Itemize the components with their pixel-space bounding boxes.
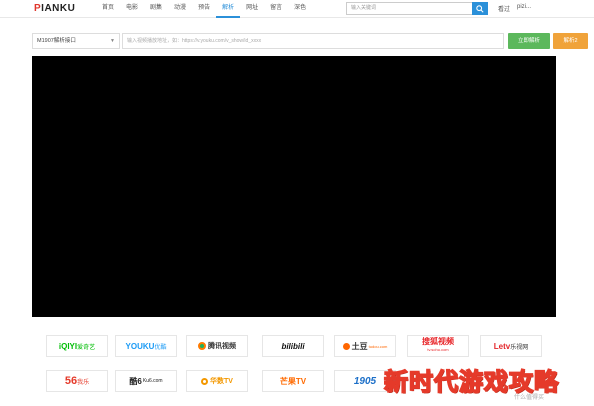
platform-logo-sub: 爱奇艺 <box>77 344 96 351</box>
watermark-small: 什么值得买 <box>514 395 545 401</box>
platform-logo-sub: tudou.com <box>368 343 388 349</box>
platform-logo-sub: Ku6.com <box>142 378 163 384</box>
platform-bilibili[interactable]: bilibili <box>262 335 324 357</box>
tudou-icon <box>342 342 350 350</box>
user-menu[interactable]: pizi... <box>517 4 531 10</box>
interface-select-value: M1907解析接口 <box>37 38 76 44</box>
nav-item-parse[interactable]: 解析 <box>216 0 241 18</box>
site-logo[interactable]: PIANKU <box>34 3 75 14</box>
platform-logo-sub: 我乐 <box>77 379 90 386</box>
nav-item-movies[interactable]: 电影 <box>120 0 144 18</box>
tencent-icon <box>198 342 206 350</box>
main-nav: 首页 电影 剧集 动漫 预告 解析 网址 留言 深色 <box>96 0 312 18</box>
platform-letv[interactable]: Letv 乐视网 <box>480 335 542 357</box>
search-button[interactable] <box>472 2 488 15</box>
platform-logo-text: 腾讯视频 <box>208 343 236 350</box>
platform-logo-sub: tv.sohu.com <box>427 347 449 352</box>
nav-item-series[interactable]: 剧集 <box>144 0 168 18</box>
platform-youku[interactable]: YOUKU 优酷 <box>115 335 177 357</box>
top-navbar: PIANKU 首页 电影 剧集 动漫 预告 解析 网址 留言 深色 输入关键词 … <box>0 0 594 18</box>
parse-alt-button[interactable]: 解析2 <box>553 33 588 49</box>
search-input[interactable]: 输入关键词 <box>346 2 472 15</box>
platform-tencent[interactable]: 腾讯视频 <box>186 335 248 357</box>
platform-logo-sub: 乐视网 <box>510 344 529 351</box>
platform-sohu[interactable]: 搜狐视频 tv.sohu.com <box>407 335 469 357</box>
platform-logo-text: 56 <box>64 375 78 387</box>
video-url-input[interactable]: 输入视频播放地址，如：https://v.youku.com/v_show/id… <box>122 33 504 49</box>
nav-item-dark-mode[interactable]: 深色 <box>288 0 312 18</box>
platform-tudou[interactable]: 土豆 tudou.com <box>334 335 396 357</box>
platform-logo-text: 华数TV <box>210 378 233 385</box>
platform-logo-text: 酷6 <box>129 376 142 386</box>
platform-mgtv[interactable]: 芒果TV <box>262 370 324 392</box>
wasu-icon <box>201 377 209 385</box>
nav-item-trailers[interactable]: 预告 <box>192 0 216 18</box>
nav-item-home[interactable]: 首页 <box>96 0 120 18</box>
platform-logo-text: 1905 <box>353 375 377 387</box>
parse-now-button[interactable]: 立即解析 <box>508 33 550 49</box>
platform-logo-text: 芒果TV <box>279 376 307 386</box>
nav-item-anime[interactable]: 动漫 <box>168 0 192 18</box>
chevron-down-icon: ▼ <box>110 38 115 44</box>
platform-logo-text: YOUKU <box>125 341 155 351</box>
platform-wasu[interactable]: 华数TV <box>186 370 248 392</box>
platform-logo-sub: 优酷 <box>154 344 167 351</box>
history-link[interactable]: 看过 <box>498 4 510 13</box>
interface-select[interactable]: M1907解析接口 ▼ <box>32 33 120 49</box>
platform-logo-text: 土豆 <box>351 341 368 351</box>
platform-logo-text: iQIYI <box>58 341 78 351</box>
video-player[interactable] <box>32 56 556 317</box>
parse-bar: M1907解析接口 ▼ 输入视频播放地址，如：https://v.youku.c… <box>32 33 588 49</box>
platform-iqiyi[interactable]: iQIYI 爱奇艺 <box>46 335 108 357</box>
nav-item-messages[interactable]: 留言 <box>264 0 288 18</box>
platform-logo-text: Letv <box>493 341 511 351</box>
platform-logo-text: bilibili <box>281 341 305 351</box>
platform-56[interactable]: 56 我乐 <box>46 370 108 392</box>
search-icon <box>476 4 484 13</box>
platform-ku6[interactable]: 酷6 Ku6.com <box>115 370 177 392</box>
platform-logo-text: 搜狐视频 <box>422 337 454 346</box>
nav-item-sites[interactable]: 网址 <box>240 0 264 18</box>
